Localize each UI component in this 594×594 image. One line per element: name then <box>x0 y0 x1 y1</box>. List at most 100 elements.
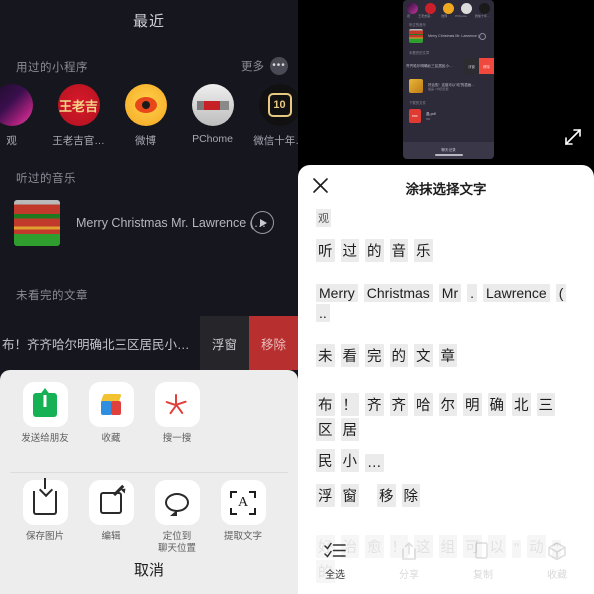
ocr-token[interactable]: 齐 <box>365 393 384 416</box>
download-icon[interactable] <box>22 477 68 525</box>
ocr-token[interactable]: Christmas <box>363 284 433 302</box>
ocr-token[interactable]: Mr <box>438 284 462 302</box>
favorite-icon[interactable] <box>546 541 568 561</box>
mini-program-item[interactable]: 观 <box>0 84 45 148</box>
ocr-text-line[interactable]: 民小 … <box>316 449 576 474</box>
ocr-token[interactable]: 听 <box>316 239 335 262</box>
ellipsis-icon[interactable]: ••• <box>270 57 288 75</box>
music-list-item[interactable]: Merry Christmas Mr. Lawrence (… <box>14 200 284 246</box>
section-label-articles: 未看完的文章 <box>16 290 88 302</box>
ocr-token[interactable]: . <box>467 284 478 302</box>
ocr-token[interactable]: ！ <box>340 393 359 416</box>
ocr-token[interactable]: Lawrence <box>483 284 550 302</box>
cancel-button[interactable]: 取消 <box>0 559 298 580</box>
send-to-friend-icon[interactable] <box>22 382 68 427</box>
share-icon[interactable] <box>398 541 420 561</box>
share-action-label: 搜一搜 <box>162 433 192 444</box>
extract-text-icon[interactable]: A <box>220 480 266 525</box>
divider <box>10 472 288 473</box>
ocr-text-line[interactable]: 听过的音乐 <box>316 239 576 264</box>
image-preview-thumbnail[interactable]: 观 王老吉官… 微博 PChome 微信十年… 听过的音乐 Merry Chri… <box>403 0 494 159</box>
ocr-action-select-all[interactable]: 全选 <box>298 528 372 594</box>
share-action-label: 编辑 <box>101 531 121 542</box>
ocr-token[interactable]: 完 <box>365 344 384 367</box>
app-icon-pchome[interactable] <box>191 84 234 126</box>
mini-program-item[interactable]: 微博 <box>112 84 179 148</box>
share-action-favorite[interactable]: 收藏 <box>83 382 139 445</box>
share-action-edit[interactable]: 编辑 <box>83 480 139 555</box>
ocr-token[interactable]: ( <box>555 284 567 302</box>
ocr-token[interactable]: 居 <box>340 418 359 441</box>
ocr-action-share[interactable]: 分享 <box>372 528 446 594</box>
ocr-action-label: 复制 <box>473 570 493 581</box>
share-action-send-to-friend[interactable]: 发送给朋友 <box>17 382 73 445</box>
ocr-token[interactable]: 尔 <box>438 393 457 416</box>
ocr-token[interactable]: 看 <box>340 344 359 367</box>
ocr-token[interactable]: .. <box>316 304 330 322</box>
preview-section-article: 未看完的文章 <box>409 51 430 55</box>
app-icon-purple[interactable] <box>0 84 33 126</box>
select-all-icon[interactable] <box>324 541 346 561</box>
preview-file-name: 晶.pdf <box>426 111 436 116</box>
share-action-save-image[interactable]: 保存图片 <box>17 477 73 555</box>
ocr-token[interactable]: 北 <box>512 393 531 416</box>
app-icon-weibo[interactable] <box>124 84 167 126</box>
locate-chat-icon[interactable] <box>154 480 200 525</box>
ocr-token[interactable]: 观 <box>316 209 331 227</box>
edit-icon[interactable] <box>88 480 134 525</box>
share-action-search[interactable]: 搜一搜 <box>149 382 205 445</box>
ocr-token[interactable]: 三 <box>536 393 555 416</box>
ocr-text-line[interactable]: 浮窗移除 <box>316 484 576 509</box>
share-action-extract-text[interactable]: A 提取文字 <box>215 480 271 555</box>
ocr-token[interactable]: Merry <box>316 284 358 302</box>
article-list-item[interactable]: 布！齐齐哈尔明确北三区居民小… 浮窗 移除 <box>0 316 298 370</box>
preview-card-thumbnail <box>409 79 423 93</box>
ocr-token[interactable]: 小 <box>340 449 359 472</box>
expand-diagonal-icon[interactable] <box>560 124 586 150</box>
preview-article-title: 齐齐哈尔明确北三区居民小… <box>406 63 453 68</box>
section-label-music: 听过的音乐 <box>16 173 76 185</box>
ocr-token[interactable]: 确 <box>487 393 506 416</box>
ocr-recognized-text[interactable]: 观听过的音乐 Merry Christmas Mr. Lawrence(.. 未看完的文章… <box>298 205 594 583</box>
ocr-text-line[interactable]: Merry Christmas Mr. Lawrence (.. <box>316 284 576 324</box>
copy-icon[interactable] <box>472 541 494 561</box>
ocr-token[interactable]: 未 <box>316 344 335 367</box>
mini-program-item[interactable]: PChome <box>179 84 246 148</box>
favorite-icon[interactable] <box>88 382 134 427</box>
ocr-token[interactable]: 区 <box>316 418 335 441</box>
ocr-token[interactable]: 布 <box>316 393 335 416</box>
more-button[interactable]: 更多 ••• <box>241 57 288 75</box>
app-icon-wanglaoji[interactable]: 王老吉 <box>57 84 100 126</box>
ocr-token[interactable]: 移 <box>377 484 396 507</box>
ocr-text-line[interactable]: 布！齐齐哈尔明确北三区居 <box>316 393 576 443</box>
ocr-token[interactable]: 民 <box>316 449 335 472</box>
play-icon[interactable] <box>251 211 274 234</box>
search-it-icon[interactable] <box>154 382 200 427</box>
ocr-token[interactable]: 的 <box>365 239 384 262</box>
mini-program-item[interactable]: 王老吉 王老吉官… <box>45 84 112 148</box>
ocr-action-copy[interactable]: 复制 <box>446 528 520 594</box>
ocr-token[interactable]: 音 <box>389 239 408 262</box>
preview-bottom-bar: 聊天记录 <box>403 142 494 159</box>
ocr-text-line[interactable]: 观 <box>316 209 576 229</box>
ocr-text-line[interactable]: 未看完的文章 <box>316 344 576 369</box>
ocr-action-favorite[interactable]: 收藏 <box>520 528 594 594</box>
mini-program-item[interactable]: 10 微信十年… <box>246 84 298 148</box>
ocr-token[interactable]: … <box>365 454 384 472</box>
ocr-token[interactable]: 除 <box>401 484 420 507</box>
ocr-token[interactable]: 窗 <box>340 484 359 507</box>
ocr-token[interactable]: 过 <box>340 239 359 262</box>
ocr-token[interactable]: 齐 <box>389 393 408 416</box>
ocr-token[interactable]: 明 <box>463 393 482 416</box>
preview-album-art <box>409 29 423 43</box>
ocr-token[interactable]: 哈 <box>414 393 433 416</box>
ocr-token[interactable]: 浮 <box>316 484 335 507</box>
ocr-token[interactable]: 的 <box>389 344 408 367</box>
ocr-token[interactable]: 文 <box>414 344 433 367</box>
swipe-action-remove[interactable]: 移除 <box>249 316 298 370</box>
ocr-token[interactable]: 章 <box>438 344 457 367</box>
ocr-token[interactable]: 乐 <box>414 239 433 262</box>
share-action-locate-chat[interactable]: 定位到 聊天位置 <box>149 480 205 555</box>
app-icon-wechat10[interactable]: 10 <box>258 84 298 126</box>
swipe-action-float[interactable]: 浮窗 <box>200 316 249 370</box>
